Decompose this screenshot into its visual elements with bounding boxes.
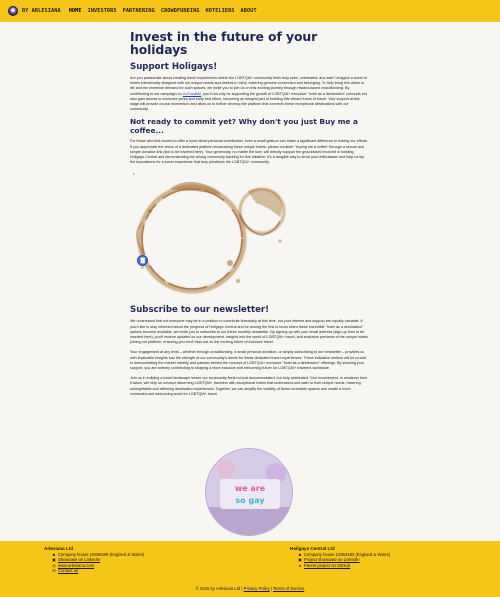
main-content: Invest in the future of your holidays Su… xyxy=(130,30,368,402)
page-title: Invest in the future of your holidays xyxy=(130,29,318,57)
nav-item-hoteliers[interactable]: HOTELIERS xyxy=(206,8,235,14)
coffee-stain-area: • xyxy=(130,171,368,299)
site-footer: Arlesiana Ltd ■ Company house 10496389 (… xyxy=(0,541,500,597)
terms-of-service-link[interactable]: Terms of Service xyxy=(273,586,304,591)
footer-left-title: Arlesiana Ltd xyxy=(44,546,74,551)
coffee-paragraph: For those who feel moved to offer a more… xyxy=(130,139,368,165)
badge-image: we are so gay xyxy=(206,449,292,535)
coffee-cup-icon xyxy=(139,258,145,264)
nav-item-investors[interactable]: INVESTORS xyxy=(88,8,117,14)
privacy-policy-link[interactable]: Privacy Policy xyxy=(244,586,270,591)
github-icon: ● xyxy=(298,562,302,568)
newsletter-paragraph-3: Join us in building a travel landscape w… xyxy=(130,376,368,396)
footer-left-row[interactable]: ✉ Contact us xyxy=(52,568,144,573)
newsletter-heading: Subscribe to our newsletter! xyxy=(130,305,270,316)
newsletter-paragraph-2: Your engagement at any level – whether t… xyxy=(130,350,366,371)
nav-item-crowdfunding[interactable]: CROWDFUNDING xyxy=(161,8,200,14)
building-icon: ■ xyxy=(298,551,302,557)
gofundme-link[interactable]: GoFundMe xyxy=(183,92,201,96)
footer-right-row[interactable]: ● Parent project on GitHub xyxy=(298,563,390,568)
github-link[interactable]: Parent project on GitHub xyxy=(304,563,350,568)
badge-text: we are xyxy=(235,484,266,493)
coffee-heading: Not ready to commit yet? Why don't you j… xyxy=(130,117,358,136)
nav-item-partnering[interactable]: PARTNERING xyxy=(123,8,155,14)
contact-us-link[interactable]: Contact us xyxy=(58,568,78,573)
nav-menu: HOME INVESTORS PARTNERING CROWDFUNDING H… xyxy=(69,8,257,14)
globe-icon: ◎ xyxy=(52,562,56,568)
linkedin-icon: ▣ xyxy=(298,557,302,563)
footer-right-column: Holigays Central Ltd ■ Company house 129… xyxy=(290,546,390,568)
footer-right-title: Holigays Central Ltd xyxy=(290,546,335,551)
footer-legal: © 2025 by Arlesiana Ltd | Privacy Policy… xyxy=(0,586,500,591)
coffee-stain-image xyxy=(135,182,286,294)
newsletter-paragraph-1: We understand that not everyone may be i… xyxy=(130,319,368,345)
footer-left-column: Arlesiana Ltd ■ Company house 10496389 (… xyxy=(44,546,144,574)
nav-item-about[interactable]: ABOUT xyxy=(241,8,257,14)
linkedin-icon: ▣ xyxy=(52,557,56,563)
logo-icon[interactable] xyxy=(8,6,18,16)
brand-name[interactable]: BY ARLESIANA xyxy=(22,8,61,14)
building-icon: ■ xyxy=(52,551,56,557)
we-are-so-gay-badge: we are so gay xyxy=(205,448,293,536)
email-icon: ✉ xyxy=(52,567,56,573)
support-heading: Support Holigays! xyxy=(130,62,218,72)
copyright-text: © 2025 by Arlesiana Ltd xyxy=(195,586,241,591)
badge-text-line2: so gay xyxy=(235,496,265,505)
support-paragraph: Are you passionate about creating travel… xyxy=(130,76,368,112)
top-nav-bar: BY ARLESIANA HOME INVESTORS PARTNERING C… xyxy=(0,0,500,22)
nav-item-home[interactable]: HOME xyxy=(69,8,82,14)
